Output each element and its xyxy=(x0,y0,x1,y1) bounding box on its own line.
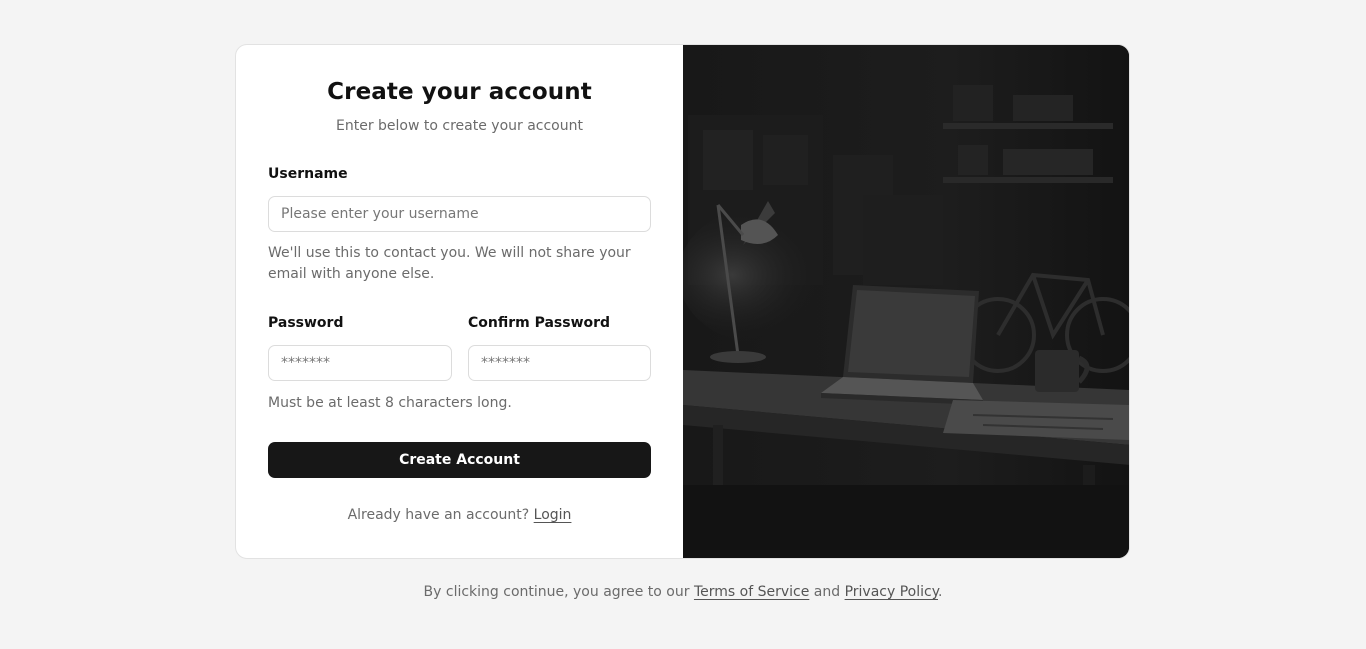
create-account-button[interactable]: Create Account xyxy=(268,442,651,478)
footer-conjunction: and xyxy=(813,584,841,600)
confirm-password-input[interactable] xyxy=(468,345,651,381)
username-label: Username xyxy=(268,166,348,182)
footer-prefix: By clicking continue, you agree to our xyxy=(423,584,690,600)
password-input[interactable] xyxy=(268,345,452,381)
password-label: Password xyxy=(268,315,344,331)
username-input[interactable] xyxy=(268,196,651,232)
login-link[interactable]: Login xyxy=(534,507,572,523)
footer-suffix: . xyxy=(938,584,943,600)
username-hint: We'll use this to contact you. We will n… xyxy=(268,245,631,282)
page-title: Create your account xyxy=(327,79,592,105)
signup-card: Create your account Enter below to creat… xyxy=(235,44,1130,559)
signup-form: Create your account Enter below to creat… xyxy=(236,45,683,558)
terms-footer: By clicking continue, you agree to our T… xyxy=(0,584,1366,600)
login-prompt: Already have an account? xyxy=(347,507,530,523)
login-row: Already have an account? Login xyxy=(236,507,683,523)
page-subtitle: Enter below to create your account xyxy=(336,118,583,134)
workspace-image xyxy=(683,45,1129,558)
password-hint: Must be at least 8 characters long. xyxy=(268,395,512,411)
terms-of-service-link[interactable]: Terms of Service xyxy=(694,584,809,600)
confirm-password-label: Confirm Password xyxy=(468,315,611,331)
privacy-policy-link[interactable]: Privacy Policy xyxy=(845,584,938,600)
desk-workspace-photo-icon xyxy=(683,45,1129,558)
